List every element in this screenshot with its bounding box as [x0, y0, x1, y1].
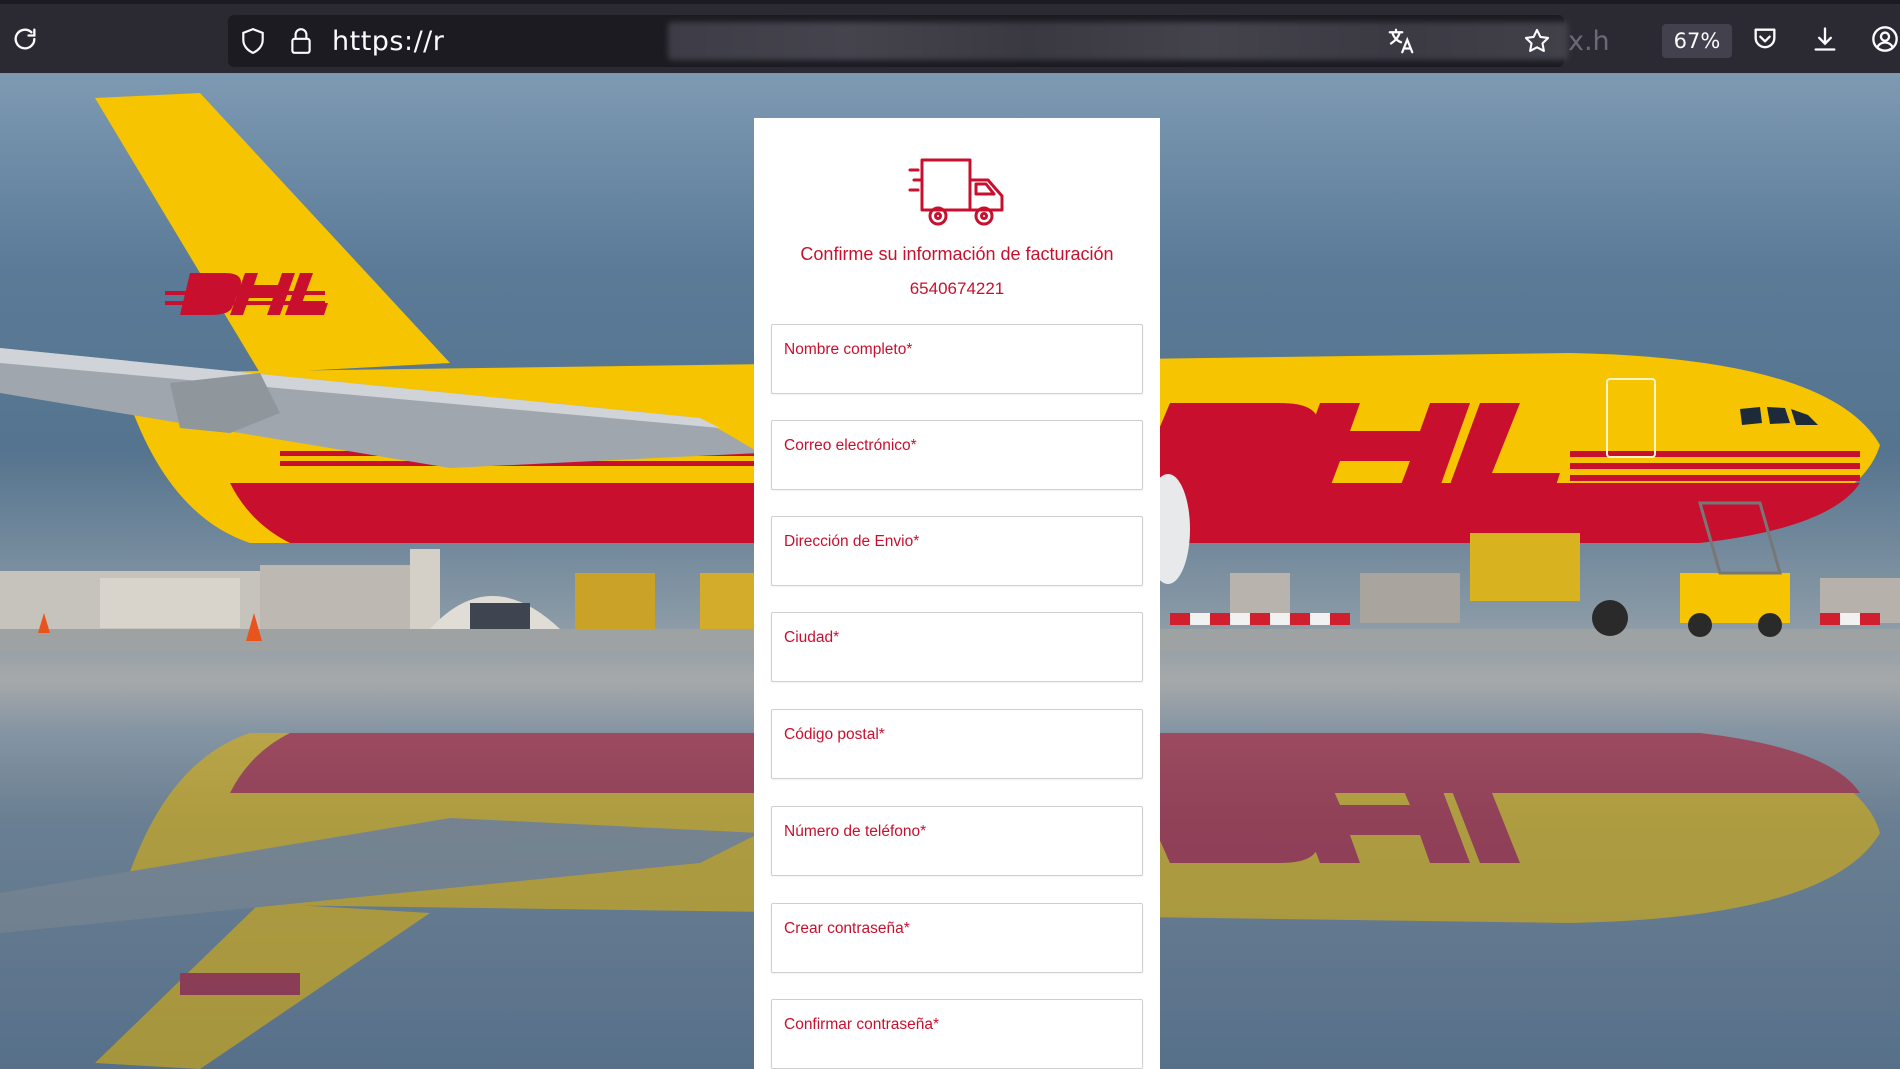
confirm-password-label: Confirmar contraseña*	[784, 1016, 940, 1033]
pocket-icon[interactable]	[1750, 24, 1780, 54]
full-name-input[interactable]	[782, 363, 1132, 387]
shipping-address-field[interactable]: Dirección de Envio*	[771, 516, 1143, 586]
truck-icon	[908, 154, 1008, 232]
create-password-input[interactable]	[782, 942, 1132, 966]
city-input[interactable]	[782, 651, 1132, 675]
translate-icon[interactable]	[1386, 26, 1416, 56]
full-name-label: Nombre completo*	[784, 341, 913, 358]
confirm-password-field[interactable]: Confirmar contraseña*	[771, 999, 1143, 1069]
email-field[interactable]: Correo electrónico*	[771, 420, 1143, 490]
browser-toolbar: https://r x.h 67%	[0, 0, 1900, 73]
postal-code-input[interactable]	[782, 748, 1132, 772]
address-bar[interactable]: https://r x.h 67%	[228, 15, 1732, 67]
full-name-field[interactable]: Nombre completo*	[771, 324, 1143, 394]
postal-code-label: Código postal*	[784, 726, 885, 743]
phone-label: Número de teléfono*	[784, 823, 927, 840]
account-icon[interactable]	[1870, 24, 1900, 54]
download-icon[interactable]	[1810, 24, 1840, 54]
confirm-password-input[interactable]	[782, 1038, 1132, 1062]
phone-field[interactable]: Número de teléfono*	[771, 806, 1143, 876]
billing-form-panel: Confirme su información de facturación 6…	[754, 118, 1160, 1069]
create-password-field[interactable]: Crear contraseña*	[771, 903, 1143, 973]
email-label: Correo electrónico*	[784, 437, 917, 454]
zoom-level[interactable]: 67%	[1662, 24, 1732, 58]
tracking-number: 6540674221	[909, 279, 1005, 298]
url-redacted	[668, 22, 1568, 60]
url-text[interactable]: https://r	[332, 26, 444, 57]
city-field[interactable]: Ciudad*	[771, 612, 1143, 682]
form-title: Confirme su información de facturación	[800, 244, 1114, 264]
phone-input[interactable]	[782, 845, 1132, 869]
star-icon[interactable]	[1522, 26, 1552, 56]
shipping-address-input[interactable]	[782, 555, 1132, 579]
shipping-address-label: Dirección de Envio*	[784, 533, 920, 550]
city-label: Ciudad*	[784, 629, 840, 646]
shield-icon[interactable]	[238, 26, 268, 56]
reload-icon[interactable]	[10, 24, 40, 54]
url-suffix: x.h	[1568, 26, 1610, 57]
email-input[interactable]	[782, 459, 1132, 483]
lock-icon[interactable]	[286, 26, 316, 56]
postal-code-field[interactable]: Código postal*	[771, 709, 1143, 779]
create-password-label: Crear contraseña*	[784, 920, 910, 937]
